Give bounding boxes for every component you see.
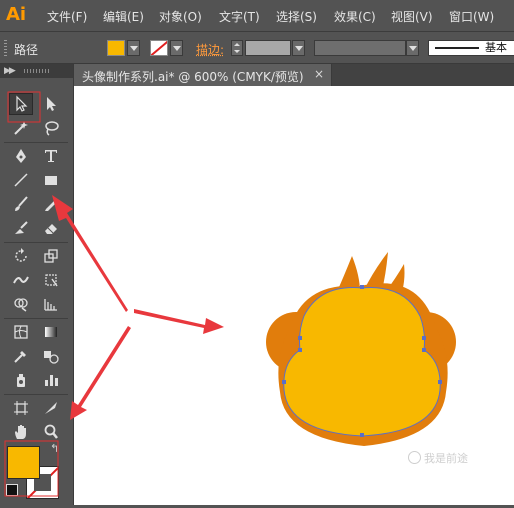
arrow-up xyxy=(52,195,128,312)
watermark-logo-icon xyxy=(408,451,421,464)
arrow-right xyxy=(134,309,224,334)
highlight-box xyxy=(4,440,59,497)
watermark-text: 我是前途 xyxy=(424,452,468,465)
watermark: 我是前途 xyxy=(408,450,468,466)
arrow-down xyxy=(70,326,131,420)
red-arrows xyxy=(52,195,224,420)
annotation-overlay xyxy=(4,91,224,497)
highlight-box xyxy=(7,91,41,123)
